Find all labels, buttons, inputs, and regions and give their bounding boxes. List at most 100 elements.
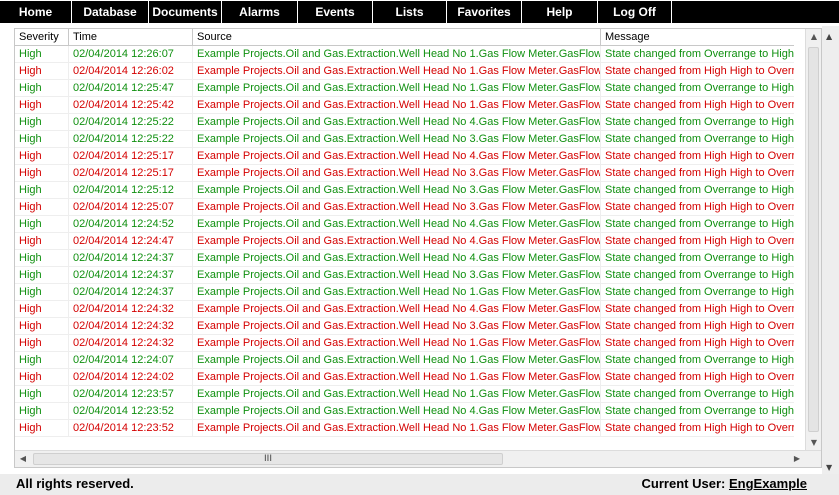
table-row[interactable]: High 02/04/2014 12:24:32 Example Projects.… — [15, 335, 794, 352]
table-row[interactable]: High 02/04/2014 12:25:22 Example Projects.… — [15, 114, 794, 131]
nav-events[interactable]: Events — [298, 1, 373, 23]
time-cell: 02/04/2014 12:24:32 — [69, 318, 193, 335]
column-header-time[interactable]: Time — [69, 29, 193, 45]
table-row[interactable]: High 02/04/2014 12:25:17 Example Projects.… — [15, 165, 794, 182]
current-user-label: Current User: — [641, 476, 726, 491]
table-row[interactable]: High 02/04/2014 12:24:47 Example Projects.… — [15, 233, 794, 250]
nav-home[interactable]: Home — [0, 1, 72, 23]
table-row[interactable]: High 02/04/2014 12:24:37 Example Projects.… — [15, 250, 794, 267]
time-cell: 02/04/2014 12:24:37 — [69, 250, 193, 267]
table-row[interactable]: High 02/04/2014 12:24:52 Example Projects.… — [15, 216, 794, 233]
time-cell: 02/04/2014 12:25:07 — [69, 199, 193, 216]
current-user-link[interactable]: EngExample — [729, 476, 807, 491]
nav-help[interactable]: Help — [522, 1, 598, 23]
table-row[interactable]: High 02/04/2014 12:24:07 Example Projects.… — [15, 352, 794, 369]
nav-database[interactable]: Database — [72, 1, 149, 23]
table-row[interactable]: High 02/04/2014 12:26:07 Example Projects.… — [15, 46, 794, 63]
severity-cell: High — [15, 250, 69, 267]
nav-log-off[interactable]: Log Off — [598, 1, 672, 23]
table-row[interactable]: High 02/04/2014 12:25:07 Example Projects.… — [15, 199, 794, 216]
severity-cell: High — [15, 148, 69, 165]
severity-cell: High — [15, 403, 69, 420]
column-header-source[interactable]: Source — [193, 29, 601, 45]
table-row[interactable]: High 02/04/2014 12:24:32 Example Projects.… — [15, 301, 794, 318]
event-grid: Severity Time Source Message High 02/04/2… — [14, 28, 822, 468]
vertical-scrollbar[interactable]: ▲ ▼ — [805, 29, 821, 451]
source-cell: Example Projects.Oil and Gas.Extraction.… — [193, 420, 601, 437]
table-row[interactable]: High 02/04/2014 12:23:57 Example Projects.… — [15, 386, 794, 403]
grid-rows: High 02/04/2014 12:26:07 Example Projects.… — [15, 46, 794, 451]
nav-bar: Home Database Documents Alarms Events Li… — [0, 1, 839, 25]
time-cell: 02/04/2014 12:25:17 — [69, 148, 193, 165]
copyright-text: All rights reserved. — [16, 476, 134, 491]
source-cell: Example Projects.Oil and Gas.Extraction.… — [193, 97, 601, 114]
message-cell: State changed from High High to Overrang… — [605, 371, 794, 383]
table-row[interactable]: High 02/04/2014 12:24:02 Example Projects.… — [15, 369, 794, 386]
message-cell: State changed from High High to Overrang… — [605, 150, 794, 162]
table-row[interactable]: High 02/04/2014 12:25:47 Example Projects.… — [15, 80, 794, 97]
table-row[interactable]: High 02/04/2014 12:23:52 Example Projects.… — [15, 403, 794, 420]
nav-favorites[interactable]: Favorites — [447, 1, 522, 23]
table-row[interactable]: High 02/04/2014 12:23:52 Example Projects.… — [15, 420, 794, 437]
source-cell: Example Projects.Oil and Gas.Extraction.… — [193, 63, 601, 80]
horizontal-scroll-thumb[interactable]: III — [33, 453, 503, 465]
message-cell: State changed from High High to Overrang… — [605, 65, 794, 77]
table-row[interactable]: High 02/04/2014 12:25:17 Example Projects.… — [15, 148, 794, 165]
scroll-up-icon[interactable]: ▲ — [806, 29, 821, 45]
page-scroll-up-icon[interactable]: ▲ — [826, 32, 832, 41]
message-cell: State changed from Overrange to High — [605, 286, 794, 298]
table-row[interactable]: High 02/04/2014 12:25:22 Example Projects.… — [15, 131, 794, 148]
column-header-severity[interactable]: Severity — [15, 29, 69, 45]
message-cell: State changed from Overrange to High — [605, 405, 794, 417]
table-row[interactable]: High 02/04/2014 12:26:02 Example Projects.… — [15, 63, 794, 80]
severity-cell: High — [15, 80, 69, 97]
table-row[interactable]: High 02/04/2014 12:25:42 Example Projects.… — [15, 97, 794, 114]
severity-cell: High — [15, 318, 69, 335]
time-cell: 02/04/2014 12:24:32 — [69, 335, 193, 352]
severity-cell: High — [15, 97, 69, 114]
nav-documents[interactable]: Documents — [149, 1, 222, 23]
vertical-scroll-thumb[interactable] — [808, 47, 819, 432]
source-cell: Example Projects.Oil and Gas.Extraction.… — [193, 216, 601, 233]
scroll-left-icon[interactable]: ◀ — [15, 451, 31, 467]
scroll-down-icon[interactable]: ▼ — [806, 435, 821, 451]
nav-lists[interactable]: Lists — [373, 1, 447, 23]
time-cell: 02/04/2014 12:25:12 — [69, 182, 193, 199]
message-cell: State changed from Overrange to High — [605, 82, 794, 94]
time-cell: 02/04/2014 12:26:07 — [69, 46, 193, 63]
scroll-right-icon[interactable]: ▶ — [789, 451, 805, 467]
grid-header: Severity Time Source Message — [15, 29, 794, 46]
severity-cell: High — [15, 369, 69, 386]
page-scrollbar[interactable]: ▲ ▼ — [822, 26, 839, 474]
nav-alarms[interactable]: Alarms — [222, 1, 298, 23]
time-cell: 02/04/2014 12:25:47 — [69, 80, 193, 97]
nav-filler — [672, 1, 839, 23]
message-cell: State changed from Overrange to High — [605, 252, 794, 264]
severity-cell: High — [15, 114, 69, 131]
message-cell: State changed from Overrange to High — [605, 48, 794, 60]
column-header-message[interactable]: Message — [601, 29, 794, 45]
message-cell: State changed from High High to Overrang… — [605, 201, 794, 213]
message-cell: State changed from Overrange to High — [605, 133, 794, 145]
message-cell: State changed from Overrange to High — [605, 116, 794, 128]
source-cell: Example Projects.Oil and Gas.Extraction.… — [193, 199, 601, 216]
source-cell: Example Projects.Oil and Gas.Extraction.… — [193, 80, 601, 97]
time-cell: 02/04/2014 12:25:42 — [69, 97, 193, 114]
table-row[interactable]: High 02/04/2014 12:24:32 Example Projects.… — [15, 318, 794, 335]
time-cell: 02/04/2014 12:23:52 — [69, 403, 193, 420]
source-cell: Example Projects.Oil and Gas.Extraction.… — [193, 369, 601, 386]
severity-cell: High — [15, 199, 69, 216]
source-cell: Example Projects.Oil and Gas.Extraction.… — [193, 148, 601, 165]
table-row[interactable]: High 02/04/2014 12:24:37 Example Projects.… — [15, 267, 794, 284]
page-scroll-down-icon[interactable]: ▼ — [826, 463, 832, 472]
table-row[interactable]: High 02/04/2014 12:25:12 Example Projects.… — [15, 182, 794, 199]
source-cell: Example Projects.Oil and Gas.Extraction.… — [193, 335, 601, 352]
source-cell: Example Projects.Oil and Gas.Extraction.… — [193, 301, 601, 318]
table-row[interactable]: High 02/04/2014 12:24:37 Example Projects.… — [15, 284, 794, 301]
message-cell: State changed from High High to Overrang… — [605, 235, 794, 247]
horizontal-scrollbar[interactable]: ◀ III ▶ — [15, 450, 821, 467]
source-cell: Example Projects.Oil and Gas.Extraction.… — [193, 352, 601, 369]
source-cell: Example Projects.Oil and Gas.Extraction.… — [193, 267, 601, 284]
message-cell: State changed from Overrange to High — [605, 184, 794, 196]
top-navigation: Home Database Documents Alarms Events Li… — [0, 0, 839, 26]
